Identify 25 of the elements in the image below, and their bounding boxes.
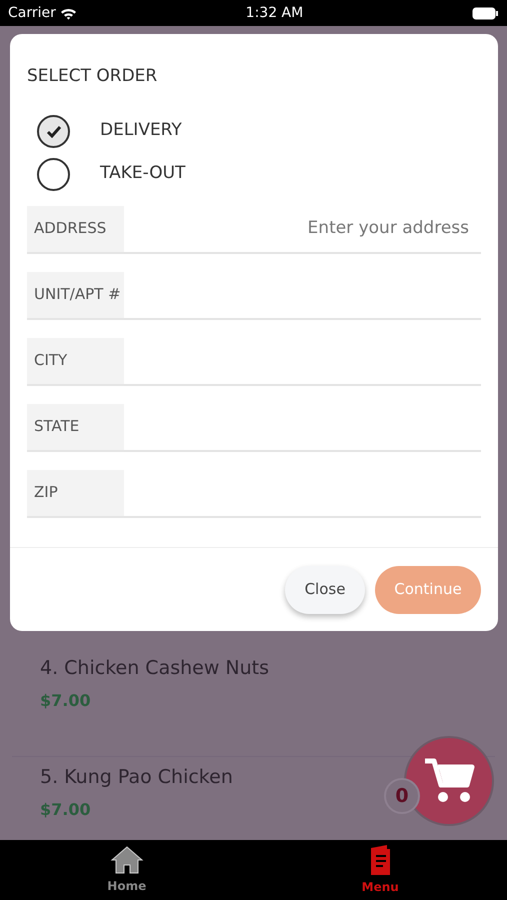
close-button[interactable]: Close (285, 566, 365, 614)
item-name: 5. Kung Pao Chicken (40, 765, 233, 790)
home-icon (110, 845, 144, 875)
field-label: ADDRESS (27, 206, 124, 254)
wifi-icon (60, 6, 77, 20)
option-label: DELIVERY (100, 119, 182, 142)
option-label: TAKE-OUT (100, 162, 186, 186)
item-name: 4. Chicken Cashew Nuts (40, 656, 270, 681)
field-label: ZIP (27, 470, 124, 518)
battery-icon (472, 6, 499, 20)
cart-icon (423, 757, 475, 805)
radio-button[interactable] (37, 158, 70, 190)
dialog-title: SELECT ORDER (26, 65, 158, 88)
cart-count: 0 (384, 778, 420, 814)
tab[interactable]: Home (0, 840, 254, 900)
radio-button[interactable] (37, 114, 70, 148)
item-price: $7.00 (40, 798, 91, 820)
carrier-label: Carrier (8, 4, 56, 22)
tab[interactable]: Menu (254, 840, 507, 900)
field-label: STATE (27, 404, 124, 452)
check-icon (46, 124, 62, 138)
item-price: $7.00 (40, 690, 91, 712)
status-time: 1:32 AM (246, 4, 304, 22)
field-label: CITY (27, 338, 124, 386)
field-label: UNIT/APT # (27, 272, 124, 320)
